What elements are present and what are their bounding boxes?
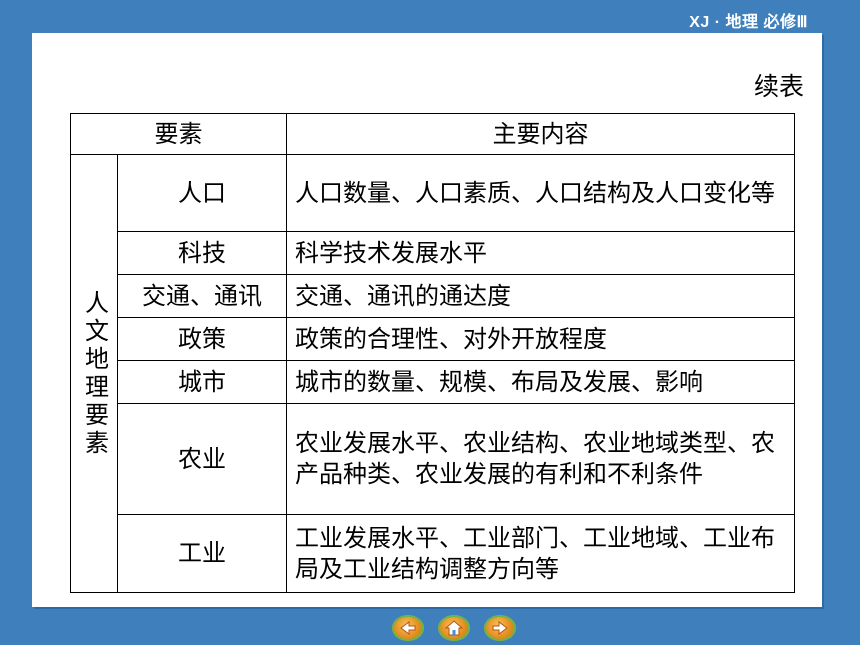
slide-content: 续表 要素 主要内容 人文地理要素 人口 人口数量、人口素质、人口结构及人口变化… (32, 33, 822, 607)
content-cell: 人口数量、人口素质、人口结构及人口变化等 (286, 154, 795, 232)
back-button[interactable] (392, 615, 424, 641)
table-row: 科技 科学技术发展水平 (71, 231, 795, 275)
table-row: 城市 城市的数量、规模、布局及发展、影响 (71, 360, 795, 404)
factor-cell: 工业 (117, 514, 287, 593)
home-icon (445, 620, 463, 636)
factor-cell: 政策 (117, 317, 287, 361)
factor-cell: 交通、通讯 (117, 274, 287, 318)
forward-icon (492, 621, 508, 635)
content-cell: 城市的数量、规模、布局及发展、影响 (286, 360, 795, 404)
column-header-factor: 要素 (70, 113, 287, 155)
table-header-row: 要素 主要内容 (70, 113, 795, 155)
content-cell: 科学技术发展水平 (286, 231, 795, 275)
slide-navigation (392, 615, 516, 641)
table-continued-label: 续表 (753, 72, 804, 101)
factor-cell: 科技 (117, 231, 287, 275)
factor-cell: 城市 (117, 360, 287, 404)
column-header-content: 主要内容 (286, 113, 795, 155)
table-row: 工业 工业发展水平、工业部门、工业地域、工业布局及工业结构调整方向等 (71, 514, 795, 593)
content-cell: 交通、通讯的通达度 (286, 274, 795, 318)
back-icon (400, 621, 416, 635)
table-row: 政策 政策的合理性、对外开放程度 (71, 317, 795, 361)
course-header: XJ · 地理 必修Ⅲ (689, 14, 808, 31)
factor-cell: 农业 (117, 403, 287, 515)
group-label: 人文地理要素 (70, 154, 118, 593)
table-row: 交通、通讯 交通、通讯的通达度 (71, 274, 795, 318)
content-cell: 工业发展水平、工业部门、工业地域、工业布局及工业结构调整方向等 (286, 514, 795, 593)
factors-table: 要素 主要内容 人文地理要素 人口 人口数量、人口素质、人口结构及人口变化等 科… (70, 113, 795, 593)
content-cell: 政策的合理性、对外开放程度 (286, 317, 795, 361)
home-button[interactable] (438, 615, 470, 641)
factor-cell: 人口 (117, 154, 287, 232)
content-cell: 农业发展水平、农业结构、农业地域类型、农产品种类、农业发展的有利和不利条件 (286, 403, 795, 515)
forward-button[interactable] (484, 615, 516, 641)
table-row: 人文地理要素 人口 人口数量、人口素质、人口结构及人口变化等 (70, 154, 795, 593)
table-row: 农业 农业发展水平、农业结构、农业地域类型、农产品种类、农业发展的有利和不利条件 (71, 403, 795, 515)
